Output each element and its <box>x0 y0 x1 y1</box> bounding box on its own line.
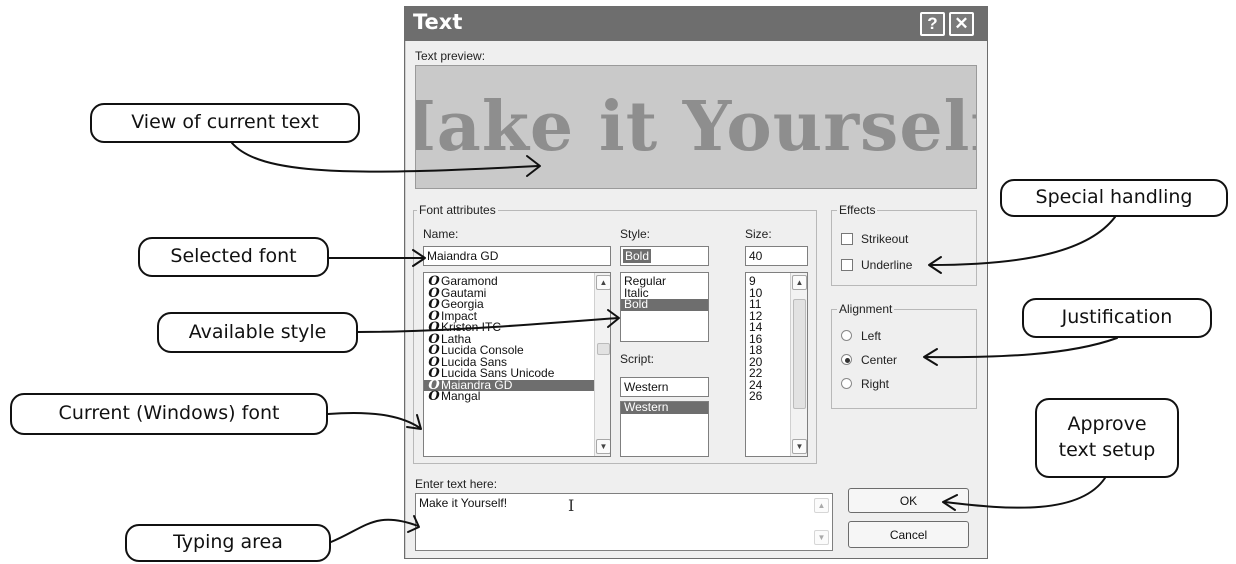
enter-text-label: Enter text here: <box>415 477 498 491</box>
title-bar: Text ? ✕ <box>405 7 987 41</box>
align-right-radio[interactable] <box>841 378 852 389</box>
callout-typing-area: Typing area <box>125 524 331 562</box>
effects-legend: Effects <box>837 203 878 217</box>
style-list-items: Regular Italic Bold <box>621 275 708 311</box>
font-list-items: OGaramond OGautami OGeorgia OImpact OKristen… <box>424 275 594 404</box>
align-left-radio[interactable] <box>841 330 852 341</box>
callout-current-windows-font: Current (Windows) font <box>10 393 328 435</box>
entered-text: Make it Yourself! <box>419 496 508 510</box>
text-entry-area[interactable]: Make it Yourself! I ▲ ▼ <box>415 493 833 551</box>
callout-special-handling: Special handling <box>1000 179 1228 217</box>
style-input[interactable]: Bold <box>620 246 709 266</box>
callout-justification: Justification <box>1022 298 1212 338</box>
align-center-label: Center <box>861 353 898 367</box>
list-item[interactable]: Western <box>621 402 708 414</box>
font-list-scrollbar[interactable]: ▲ ▼ <box>594 273 610 456</box>
size-list-items: 9 10 11 12 14 16 18 20 22 24 26 <box>746 275 790 403</box>
text-cursor-icon: I <box>568 496 575 515</box>
list-item[interactable]: OMangal <box>424 389 594 404</box>
align-left-label: Left <box>861 329 882 343</box>
ok-button[interactable]: OK <box>848 488 969 513</box>
list-item[interactable]: Bold <box>621 297 708 311</box>
list-item-label: 26 <box>749 389 763 403</box>
script-list[interactable]: Western <box>620 401 709 457</box>
size-list[interactable]: 9 10 11 12 14 16 18 20 22 24 26 ▲ ▼ <box>745 272 808 457</box>
text-dialog: Text ? ✕ Text preview: Make it Yourself!… <box>404 6 988 559</box>
close-icon[interactable]: ✕ <box>949 12 974 36</box>
align-center-radio[interactable] <box>841 354 852 365</box>
alignment-legend: Alignment <box>837 302 895 316</box>
callout-approve-line1: Approve <box>1067 413 1147 436</box>
scroll-up-icon[interactable]: ▲ <box>792 275 807 290</box>
list-item-label: Western <box>624 401 669 414</box>
text-scrollbar[interactable]: ▲ ▼ <box>813 494 830 550</box>
callout-available-style: Available style <box>157 312 358 353</box>
scroll-up-icon[interactable]: ▲ <box>596 275 610 290</box>
scroll-thumb[interactable] <box>597 343 610 355</box>
script-label: Script: <box>620 352 655 366</box>
scroll-down-icon[interactable]: ▼ <box>814 530 829 545</box>
callout-approve-line2: text setup <box>1058 439 1156 461</box>
strikeout-checkbox[interactable] <box>841 233 853 245</box>
callout-view-current-text: View of current text <box>90 103 360 143</box>
list-item-label: Bold <box>624 297 649 311</box>
style-label: Style: <box>620 227 651 241</box>
size-input[interactable]: 40 <box>745 246 808 266</box>
name-label: Name: <box>423 227 459 241</box>
dialog-title: Text <box>413 10 463 34</box>
text-preview: Make it Yourself! <box>415 65 977 189</box>
scroll-down-icon[interactable]: ▼ <box>792 439 807 454</box>
size-list-scrollbar[interactable]: ▲ ▼ <box>790 273 807 456</box>
script-input[interactable]: Western <box>620 377 709 397</box>
callout-selected-font: Selected font <box>138 237 329 277</box>
cancel-button[interactable]: Cancel <box>848 521 969 548</box>
list-item-label: Mangal <box>441 389 481 403</box>
list-item[interactable]: 26 <box>746 389 790 403</box>
font-attributes-legend: Font attributes <box>417 203 498 217</box>
underline-checkbox[interactable] <box>841 259 853 271</box>
font-type-icon: O <box>428 389 440 404</box>
font-list[interactable]: OGaramond OGautami OGeorgia OImpact OKristen… <box>423 272 611 457</box>
help-button[interactable]: ? <box>920 12 945 36</box>
style-value: Bold <box>623 249 652 263</box>
callout-approve-text-setup: Approve text setup <box>1035 398 1179 478</box>
style-list[interactable]: Regular Italic Bold <box>620 272 709 342</box>
font-name-input[interactable]: Maiandra GD <box>423 246 611 266</box>
scroll-down-icon[interactable]: ▼ <box>596 439 610 454</box>
underline-label: Underline <box>861 258 913 272</box>
scroll-thumb[interactable] <box>793 299 806 409</box>
script-list-items: Western <box>621 402 708 414</box>
strikeout-label: Strikeout <box>861 232 909 246</box>
scroll-up-icon[interactable]: ▲ <box>814 498 829 513</box>
align-right-label: Right <box>861 377 890 391</box>
preview-label: Text preview: <box>415 49 486 63</box>
effects-group <box>831 210 977 286</box>
alignment-group <box>831 309 977 409</box>
size-label: Size: <box>745 227 772 241</box>
